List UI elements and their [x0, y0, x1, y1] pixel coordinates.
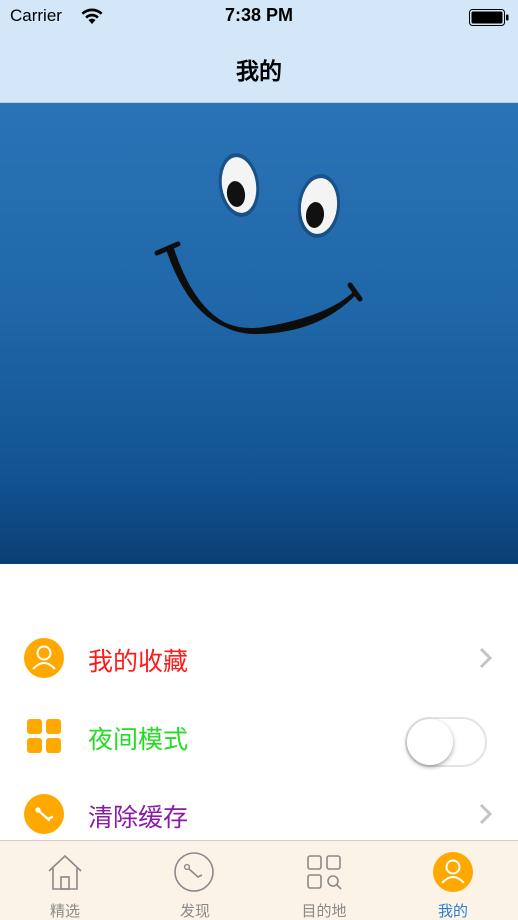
battery-icon [469, 9, 509, 26]
profile-header-image [0, 103, 518, 564]
status-bar: Carrier 7:38 PM [0, 0, 518, 34]
user-circle-icon [24, 638, 64, 678]
smiley-face-illustration [154, 153, 363, 335]
broom-icon [24, 794, 64, 834]
menu-item-label: 清除缓存 [88, 803, 189, 832]
night-mode-toggle[interactable] [405, 717, 487, 767]
left-eye [218, 153, 260, 217]
toggle-knob [407, 719, 453, 765]
tab-featured[interactable]: 精选 [0, 841, 130, 920]
menu-item-favorites[interactable]: 我的收藏 [0, 620, 518, 696]
menu-item-label: 夜间模式 [88, 725, 189, 754]
tab-destination[interactable]: 目的地 [259, 841, 389, 920]
home-icon [48, 854, 82, 890]
tab-bar: 精选 发现 目的地 我的 [0, 840, 518, 920]
navigation-bar: Carrier 7:38 PM 我的 [0, 0, 518, 103]
page-title: 我的 [236, 59, 282, 85]
tab-mine[interactable]: 我的 [388, 841, 518, 920]
menu-item-label: 我的收藏 [88, 647, 189, 676]
tab-discover[interactable]: 发现 [130, 841, 260, 920]
status-time: 7:38 PM [224, 5, 294, 25]
tab-label: 我的 [437, 902, 468, 920]
grid-icon [27, 719, 61, 753]
chevron-right-icon [479, 647, 493, 669]
tab-label: 精选 [49, 902, 80, 920]
apps-grid-icon [307, 855, 342, 890]
chevron-right-icon [479, 803, 493, 825]
tab-label: 目的地 [301, 902, 347, 920]
profile-icon [433, 852, 473, 892]
compass-icon [174, 852, 214, 892]
right-eye [297, 174, 341, 238]
tab-label: 发现 [179, 902, 210, 920]
smile-mouth [166, 247, 357, 335]
